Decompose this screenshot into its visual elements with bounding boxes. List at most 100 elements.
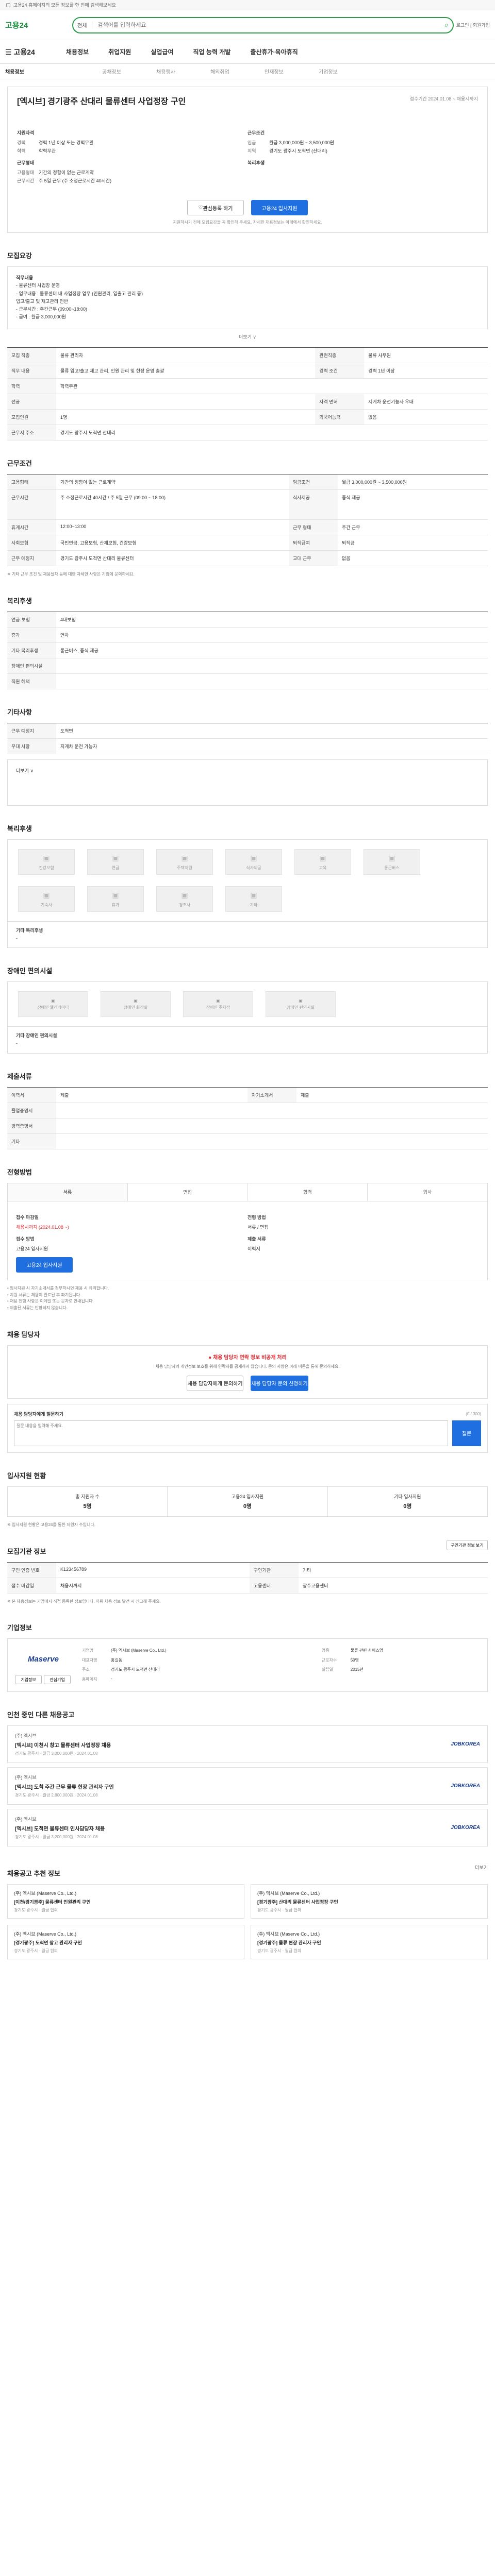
- company-logo: Maserve: [27, 1654, 59, 1664]
- td: [56, 394, 316, 410]
- facility-item: ▣ 장애인 화장실: [101, 991, 171, 1018]
- benefit-icon: ▣: [43, 890, 50, 899]
- apply-button-2[interactable]: 고용24 입사지원: [16, 1257, 73, 1273]
- td: 물류 입고/출고 재고 관리, 인원 관리 및 현장 운영 총괄: [56, 363, 316, 379]
- sub-nav-item[interactable]: 공채정보: [102, 67, 156, 75]
- td: (주) 엑시브 (Maserve Co., Ltd.): [111, 1648, 167, 1653]
- section-label: 근무형태: [17, 160, 35, 165]
- more-link[interactable]: 더보기: [475, 1864, 488, 1871]
- benefit-icon: ▣: [43, 853, 50, 862]
- td: 기간의 정함이 없는 근로계약: [56, 474, 289, 490]
- benefit-icon: ▣: [181, 890, 188, 899]
- th: 구인기관: [249, 1562, 299, 1578]
- process-step: 입사: [423, 1190, 432, 1195]
- condition-note: ※ 기타 근무 조건 및 채용절차 등에 대한 자세한 사항은 기업에 문의하세…: [7, 571, 135, 577]
- section-title: 복리후생: [7, 597, 32, 605]
- question-send-button[interactable]: 질문: [452, 1420, 481, 1446]
- kv-value: 주 5일 근무 (주 소정근로시간 40시간): [39, 178, 112, 183]
- th: 접수 마감일: [7, 1578, 56, 1594]
- related-job[interactable]: (주) 엑시브 [엑시브] 도척면 물류센터 인사담당자 채용 경기도 광주시 · …: [7, 1809, 488, 1847]
- td: 경기도 광주시 도척면 산대리: [111, 1667, 160, 1672]
- recommend-card[interactable]: (주) 엑시브 (Maserve Co., Ltd.) [이천/경기광주] 물류센…: [7, 1884, 244, 1919]
- nav-item-support[interactable]: 취업지원: [108, 47, 131, 56]
- nav-brand[interactable]: ☰ 고용24: [5, 47, 66, 57]
- nav-item-training[interactable]: 직업 능력 개발: [193, 47, 231, 56]
- apply-button[interactable]: 고용24 입사지원: [251, 200, 308, 215]
- kv-value: 경기도 광주시 도척면 (산대리): [269, 148, 327, 154]
- th: 자격 면허: [315, 394, 365, 410]
- recommend-card[interactable]: (주) 엑시브 (Maserve Co., Ltd.) [경기광주] 물류 현장 …: [251, 1925, 488, 1960]
- field-label: 접수 방법: [16, 1236, 35, 1242]
- recommend-card[interactable]: (주) 엑시브 (Maserve Co., Ltd.) [경기광주] 도척면 창고…: [7, 1925, 244, 1960]
- search-input[interactable]: [97, 22, 445, 28]
- th: 경력 조건: [315, 363, 365, 379]
- nav-item-jobs[interactable]: 채용정보: [66, 47, 89, 56]
- benefit-item: ▣ 연금: [87, 849, 144, 875]
- stat-value: 0명: [243, 1503, 252, 1510]
- field-label: 제출 서류: [248, 1236, 266, 1242]
- section-title: 제출서류: [7, 1072, 32, 1080]
- sub-nav-item[interactable]: 해외취업: [210, 67, 265, 75]
- apply-notes: • 입사지원 시 자기소개서를 첨부하시면 채용 시 유리합니다. • 지원 서류…: [7, 1285, 109, 1311]
- contact-request-button[interactable]: 채용 담당자 문의 신청하기: [251, 1375, 308, 1391]
- td: 채용시까지: [56, 1578, 250, 1594]
- nav-item-leave[interactable]: 출산휴가·육아휴직: [250, 47, 298, 56]
- logo[interactable]: 고용24: [5, 20, 72, 30]
- sub-nav-item[interactable]: 채용행사: [156, 67, 210, 75]
- th: 임금조건: [288, 474, 338, 490]
- sub-nav-item[interactable]: 기업정보: [319, 67, 373, 75]
- td: [56, 1118, 488, 1134]
- benefit-item: ▣ 경조사: [156, 886, 213, 912]
- th: 경력증명서: [7, 1118, 56, 1134]
- search-scope-select[interactable]: 전체: [77, 21, 93, 29]
- recruit-table: 모집 직종 물류 관리자 관련직종 물류 사무원 직무 내용 물류 입고/출고 재고 관…: [7, 347, 488, 440]
- org-info-button[interactable]: 구인기관 정보 보기: [447, 1540, 488, 1551]
- kv-value: 학력무관: [39, 148, 56, 154]
- disabled-box: ▣ 장애인 엘리베이터 ▣ 장애인 화장실 ▣ 장애인 주차장 ▣ 장애인 편의시설 기…: [7, 981, 488, 1054]
- question-input[interactable]: [14, 1420, 448, 1446]
- td: 없음: [364, 409, 488, 425]
- nav-item-unemployment[interactable]: 실업급여: [151, 47, 173, 56]
- related-job[interactable]: (주) 엑시브 [엑시브] 도척 주간 근무 물류 현장 관리자 구인 경기도 광주…: [7, 1767, 488, 1805]
- td: 통근버스, 중식 제공: [56, 642, 488, 658]
- benefit-icon: ▣: [112, 890, 119, 899]
- more-button[interactable]: 더보기 ∨: [7, 333, 488, 340]
- menu-icon[interactable]: ☰: [5, 48, 13, 56]
- field-label: 전형 방법: [248, 1214, 266, 1220]
- login-link[interactable]: 로그인 | 회원가입: [456, 22, 490, 28]
- th: 휴게시간: [7, 519, 56, 535]
- scrap-button[interactable]: ♡ 관심등록 하기: [187, 200, 244, 215]
- th: 외국어능력: [315, 409, 365, 425]
- td: [56, 1133, 488, 1149]
- more-button[interactable]: 더보기 ∨: [16, 768, 34, 773]
- sub-nav-active[interactable]: 채용정보: [5, 67, 102, 75]
- sub-nav-item[interactable]: 인재정보: [265, 67, 319, 75]
- contact-alert: ● 채용 담당자 연락 정보 비공개 처리 채용 담당자의 개인정보 보호를 위…: [7, 1345, 488, 1399]
- company-info-button[interactable]: 기업정보: [15, 1675, 42, 1685]
- td: 제출: [296, 1087, 488, 1103]
- th: 설립일: [321, 1667, 333, 1672]
- recommend-list: (주) 엑시브 (Maserve Co., Ltd.) [이천/경기광주] 물류센…: [7, 1884, 488, 1960]
- section-title: 채용 담당자: [7, 1330, 40, 1338]
- org-note: ※ 본 채용정보는 기업에서 직접 등록한 정보입니다. 허위 채용 정보 발견…: [7, 1599, 161, 1604]
- company-follow-button[interactable]: 관심기업: [44, 1675, 71, 1685]
- th: 주소: [82, 1667, 90, 1672]
- text-line: - 급여 : 월급 3,000,000원: [16, 314, 66, 320]
- facility-item: ▣ 장애인 주차장: [183, 991, 253, 1018]
- question-box: 채용 담당자에게 질문하기 (0 / 300) 질문: [7, 1403, 488, 1453]
- main-nav: ☰ 고용24 채용정보 취업지원 실업급여 직업 능력 개발 출산휴가·육아휴직: [0, 40, 495, 64]
- section-label: 복리후생: [248, 160, 265, 165]
- related-job[interactable]: (주) 엑시브 [엑시브] 이천시 창고 물류센터 사업정장 채용 경기도 광주시 …: [7, 1725, 488, 1764]
- etc-table: 근무 예정지 도척면 우대 사항 지게차 운전 가능자: [7, 722, 488, 754]
- stat-label: 기타 입사지원: [394, 1494, 421, 1499]
- search-icon[interactable]: ⌕: [444, 21, 449, 29]
- recommend-card[interactable]: (주) 엑시브 (Maserve Co., Ltd.) [경기광주] 산대리 물류…: [251, 1884, 488, 1919]
- char-count: (0 / 300): [466, 1411, 481, 1416]
- contact-button[interactable]: 채용 담당자에게 문의하기: [187, 1375, 244, 1391]
- benefit-icon: ▣: [250, 853, 257, 862]
- th: 고용센터: [249, 1578, 299, 1594]
- td: K123456789: [56, 1562, 250, 1578]
- th: 근무지 주소: [7, 425, 56, 440]
- source-badge: JOBKOREA: [451, 1783, 480, 1789]
- td: 광주고용센터: [298, 1578, 488, 1594]
